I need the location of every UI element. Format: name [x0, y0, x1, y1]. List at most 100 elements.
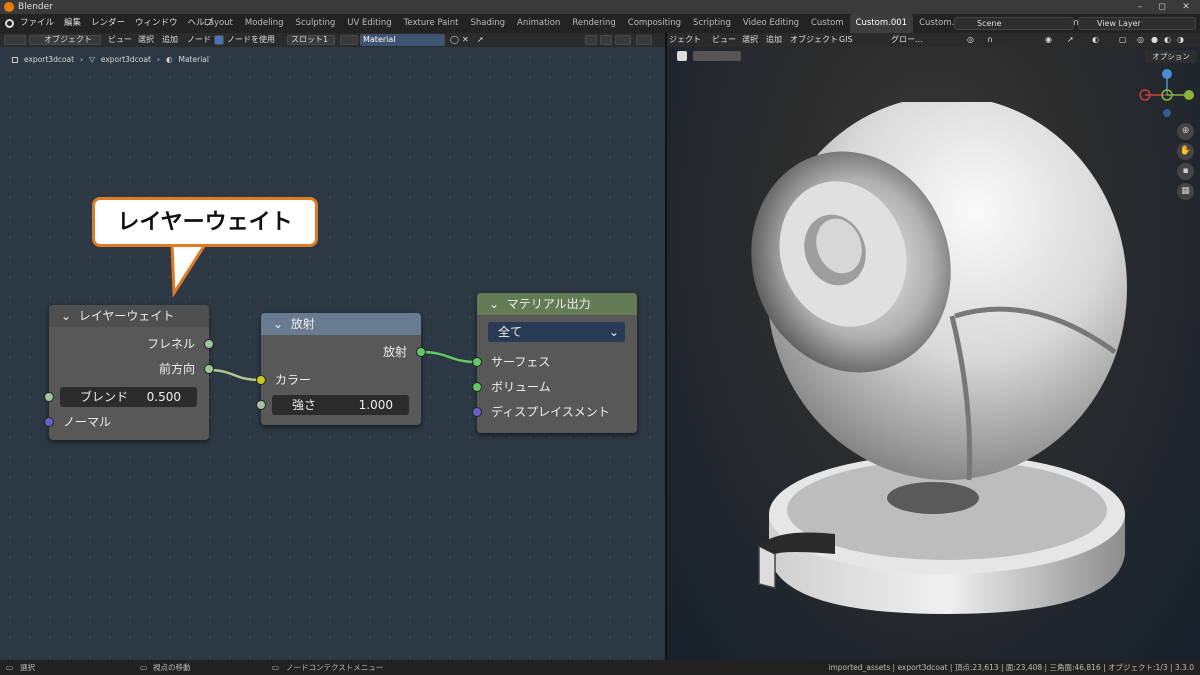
- status-bar: ▭ 選択 ▭ 視点の移動 ▭ ノードコンテクストメニュー imported_as…: [0, 660, 1200, 675]
- workspace-tab[interactable]: Modeling: [239, 14, 290, 33]
- 3d-viewport[interactable]: オプション ⊕ ✋ ▪ ▦: [667, 47, 1200, 660]
- node-editor[interactable]: export3dcoat › ▽ export3dcoat › ◐ Materi…: [0, 47, 665, 660]
- select-mode-buttons[interactable]: [693, 51, 741, 61]
- fake-user-icon[interactable]: ◯: [450, 33, 459, 47]
- workspace-tab[interactable]: UV Editing: [341, 14, 397, 33]
- workspace-tab[interactable]: Video Editing: [737, 14, 805, 33]
- strength-field[interactable]: 強さ 1.000: [272, 395, 409, 415]
- toolbar-toggle-icon[interactable]: [677, 51, 687, 61]
- workspace-tab[interactable]: Shading: [464, 14, 511, 33]
- workspace-tab[interactable]: Layout: [198, 14, 239, 33]
- blend-field[interactable]: ブレンド 0.500: [60, 387, 197, 407]
- close-icon[interactable]: ✕: [1174, 0, 1198, 14]
- falloff-icon[interactable]: ∩: [987, 33, 993, 47]
- overlay-icon[interactable]: ◐: [1092, 33, 1099, 47]
- workspace-tab[interactable]: Animation: [511, 14, 566, 33]
- window-title: Blender: [18, 2, 53, 12]
- emission-node[interactable]: ⌄ 放射 放射 カラー 強さ 1.000: [256, 313, 426, 425]
- material-browse-icon[interactable]: [340, 35, 358, 45]
- layer-weight-node-header[interactable]: ⌄ レイヤーウェイト: [49, 305, 209, 327]
- collapse-chevron-icon[interactable]: ⌄: [489, 297, 499, 311]
- material-output-node[interactable]: ⌄ マテリアル出力 全て ⌄ サーフェス ボリューム ディスプレイスメント: [472, 293, 637, 433]
- layer-weight-node[interactable]: ⌄ レイヤーウェイト フレネル 前方向 ブレンド 0.500 ノーマル: [44, 305, 214, 440]
- emission-output-socket[interactable]: [416, 347, 426, 357]
- scene-statistics: imported_assets | export3dcoat | 頂点:23,6…: [828, 663, 1194, 672]
- camera-view-icon[interactable]: ▪: [1177, 163, 1194, 180]
- maximize-icon[interactable]: ◻: [1150, 0, 1174, 14]
- scene-selector[interactable]: Scene: [954, 17, 1074, 30]
- snap-icon[interactable]: [600, 35, 612, 45]
- snap-mode-icon[interactable]: [615, 35, 631, 45]
- navigation-gizmo[interactable]: [1137, 66, 1197, 126]
- strength-input-socket[interactable]: [256, 400, 266, 410]
- fresnel-output-label: フレネル: [146, 337, 195, 351]
- workspace-tab[interactable]: Custom.001: [849, 14, 914, 33]
- workspace-tab[interactable]: Scripting: [687, 14, 737, 33]
- minimize-icon[interactable]: –: [1128, 0, 1152, 14]
- menu-file[interactable]: ファイル: [20, 14, 54, 33]
- material-output-node-title: マテリアル出力: [506, 297, 591, 311]
- material-output-node-header[interactable]: ⌄ マテリアル出力: [477, 293, 637, 315]
- material-shading-icon[interactable]: ◐: [1164, 33, 1171, 47]
- blender-menu-icon[interactable]: [5, 19, 14, 28]
- editor-type-button[interactable]: [4, 35, 26, 45]
- add-menu[interactable]: 追加: [162, 33, 178, 47]
- facing-output-socket[interactable]: [204, 364, 214, 374]
- node-menu[interactable]: ノード: [187, 33, 211, 47]
- add-menu[interactable]: 追加: [766, 33, 782, 47]
- solid-shading-icon[interactable]: ●: [1151, 33, 1158, 47]
- gis-menu[interactable]: GIS: [839, 33, 853, 47]
- menu-edit[interactable]: 編集: [64, 14, 81, 33]
- rendered-shading-icon[interactable]: ◑: [1177, 33, 1184, 47]
- callout-tail: [170, 243, 210, 298]
- strength-label: 強さ: [292, 398, 317, 412]
- collapse-chevron-icon[interactable]: ⌄: [61, 309, 71, 323]
- slot-label: スロット1: [291, 35, 329, 44]
- blend-input-socket[interactable]: [44, 392, 54, 402]
- select-menu[interactable]: 選択: [742, 33, 758, 47]
- view-layer-selector[interactable]: View Layer: [1078, 17, 1196, 30]
- view-menu[interactable]: ビュー: [712, 33, 736, 47]
- use-nodes-checkbox[interactable]: [214, 35, 224, 45]
- view-menu[interactable]: ビュー: [108, 33, 132, 47]
- object-menu[interactable]: オブジェクト: [790, 33, 838, 47]
- menu-render[interactable]: レンダー: [91, 14, 125, 33]
- parent-node-icon[interactable]: [585, 35, 597, 45]
- fresnel-output-socket[interactable]: [204, 339, 214, 349]
- material-name-field[interactable]: Material: [360, 34, 445, 46]
- visibility-icon[interactable]: ◉: [1045, 33, 1052, 47]
- proportional-edit-icon[interactable]: ◎: [967, 33, 974, 47]
- mouse-middle-icon: ▭: [140, 663, 148, 672]
- target-value: 全て: [498, 325, 523, 339]
- blender-logo-icon: [4, 2, 14, 12]
- wireframe-shading-icon[interactable]: ◎: [1137, 33, 1144, 47]
- unlink-icon[interactable]: ✕: [462, 33, 469, 47]
- status-context-hint: ノードコンテクストメニュー: [286, 663, 384, 672]
- orientation-dropdown[interactable]: グロー...: [891, 33, 923, 47]
- collapse-chevron-icon[interactable]: ⌄: [273, 317, 283, 331]
- gizmo-icon[interactable]: ➚: [1067, 33, 1074, 47]
- workspace-tab[interactable]: Sculpting: [290, 14, 342, 33]
- viewport-header: ジェクト ビュー 選択 追加 オブジェクト GIS グロー... ◎ ∩ ◉ ➚…: [667, 33, 1200, 47]
- color-input-label: カラー: [275, 373, 312, 387]
- workspace-tab[interactable]: Compositing: [622, 14, 687, 33]
- pin-icon[interactable]: ➚: [477, 33, 484, 47]
- annotation-callout: レイヤーウェイト: [92, 197, 318, 247]
- overlay-icon[interactable]: [636, 35, 652, 45]
- workspace-tab[interactable]: Rendering: [566, 14, 621, 33]
- ortho-grid-icon[interactable]: ▦: [1177, 183, 1194, 200]
- select-menu[interactable]: 選択: [138, 33, 154, 47]
- workspace-tab[interactable]: Texture Paint: [398, 14, 465, 33]
- workspace-tab[interactable]: Custom: [805, 14, 850, 33]
- zoom-icon[interactable]: ⊕: [1177, 123, 1194, 140]
- emission-node-title: 放射: [290, 317, 315, 331]
- menu-window[interactable]: ウィンドウ: [135, 14, 178, 33]
- status-select-hint: 選択: [20, 663, 35, 672]
- emission-node-header[interactable]: ⌄ 放射: [261, 313, 421, 335]
- emission-output-label: 放射: [382, 345, 407, 359]
- xray-icon[interactable]: ▢: [1119, 33, 1127, 47]
- pan-hand-icon[interactable]: ✋: [1177, 143, 1194, 160]
- object-mode-label[interactable]: ジェクト: [669, 33, 701, 47]
- options-dropdown[interactable]: オプション: [1145, 50, 1197, 63]
- target-dropdown[interactable]: 全て ⌄: [488, 322, 625, 342]
